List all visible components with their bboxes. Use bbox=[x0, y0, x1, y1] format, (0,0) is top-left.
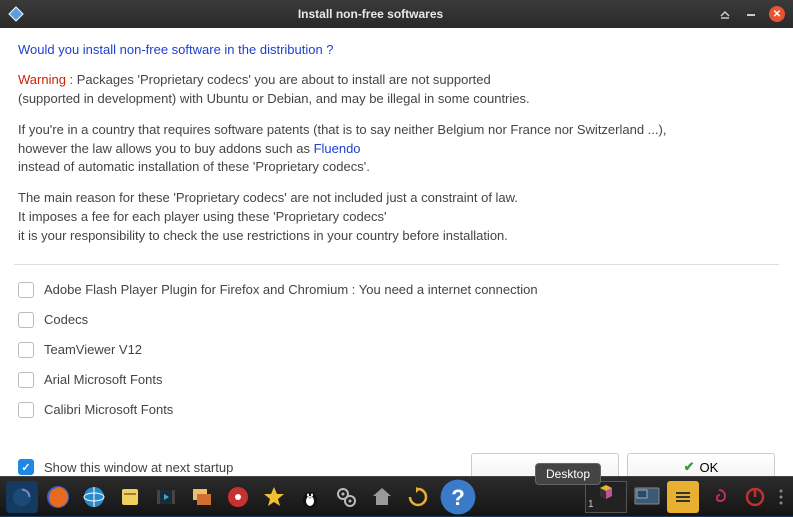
taskbar-app-icon[interactable] bbox=[667, 481, 699, 513]
patents-line-1: If you're in a country that requires sof… bbox=[18, 122, 666, 137]
svg-text:?: ? bbox=[451, 484, 465, 509]
item-teamviewer: TeamViewer V12 bbox=[18, 335, 775, 365]
photos-icon[interactable] bbox=[186, 481, 218, 513]
fluendo-link[interactable]: Fluendo bbox=[314, 141, 361, 156]
warning-paragraph: Warning : Packages 'Proprietary codecs' … bbox=[18, 71, 775, 109]
warning-line-2: (supported in development) with Ubuntu o… bbox=[18, 91, 530, 106]
check-icon: ✔ bbox=[684, 459, 695, 475]
item-codecs: Codecs bbox=[18, 305, 775, 335]
window-controls: ✕ bbox=[717, 6, 785, 22]
video-icon[interactable] bbox=[150, 481, 182, 513]
home-icon[interactable] bbox=[366, 481, 398, 513]
item-adobe-flash: Adobe Flash Player Plugin for Firefox an… bbox=[18, 275, 775, 305]
patents-line-3: instead of automatic installation of the… bbox=[18, 159, 370, 174]
reason-line-3: it is your responsibility to check the u… bbox=[18, 228, 508, 243]
files-icon[interactable] bbox=[114, 481, 146, 513]
titlebar: Install non-free softwares ✕ bbox=[0, 0, 793, 28]
reason-line-1: The main reason for these 'Proprietary c… bbox=[18, 190, 518, 205]
window-body: Would you install non-free software in t… bbox=[0, 28, 793, 491]
star-icon[interactable] bbox=[258, 481, 290, 513]
panel-edge-icon[interactable] bbox=[775, 481, 787, 513]
show-at-startup-label: Show this window at next startup bbox=[44, 460, 233, 475]
ok-label: OK bbox=[700, 460, 719, 475]
checkbox-calibri-fonts[interactable] bbox=[18, 402, 34, 418]
patents-paragraph: If you're in a country that requires sof… bbox=[18, 121, 775, 178]
power-icon[interactable] bbox=[739, 481, 771, 513]
rollup-button[interactable] bbox=[717, 6, 733, 22]
software-list: Adobe Flash Player Plugin for Firefox an… bbox=[18, 275, 775, 447]
window-title: Install non-free softwares bbox=[24, 7, 717, 21]
checkbox-codecs[interactable] bbox=[18, 312, 34, 328]
warning-line-1: Packages 'Proprietary codecs' you are ab… bbox=[77, 72, 491, 87]
item-calibri-fonts: Calibri Microsoft Fonts bbox=[18, 395, 775, 425]
item-label: Calibri Microsoft Fonts bbox=[44, 402, 173, 417]
taskbar: ? 1 bbox=[0, 476, 793, 516]
music-icon[interactable] bbox=[222, 481, 254, 513]
reason-paragraph: The main reason for these 'Proprietary c… bbox=[18, 189, 775, 246]
debian-icon[interactable] bbox=[703, 481, 735, 513]
help-icon[interactable]: ? bbox=[438, 477, 478, 517]
refresh-icon[interactable] bbox=[402, 481, 434, 513]
item-label: TeamViewer V12 bbox=[44, 342, 142, 357]
settings-icon[interactable] bbox=[330, 481, 362, 513]
workspace-number: 1 bbox=[588, 499, 594, 510]
minimize-button[interactable] bbox=[743, 6, 759, 22]
show-desktop-icon[interactable] bbox=[631, 481, 663, 513]
patents-line-2: however the law allows you to buy addons… bbox=[18, 141, 314, 156]
checkbox-arial-fonts[interactable] bbox=[18, 372, 34, 388]
reason-line-2: It imposes a fee for each player using t… bbox=[18, 209, 386, 224]
browser-icon[interactable] bbox=[78, 481, 110, 513]
item-arial-fonts: Arial Microsoft Fonts bbox=[18, 365, 775, 395]
item-label: Arial Microsoft Fonts bbox=[44, 372, 162, 387]
desktop-tooltip: Desktop bbox=[535, 463, 601, 485]
close-button[interactable]: ✕ bbox=[769, 6, 785, 22]
tux-icon[interactable] bbox=[294, 481, 326, 513]
checkbox-show-startup[interactable] bbox=[18, 459, 34, 475]
item-label: Codecs bbox=[44, 312, 88, 327]
show-at-startup: Show this window at next startup bbox=[18, 459, 233, 475]
divider bbox=[14, 264, 779, 265]
checkbox-adobe-flash[interactable] bbox=[18, 282, 34, 298]
checkbox-teamviewer[interactable] bbox=[18, 342, 34, 358]
warning-label: Warning : bbox=[18, 72, 77, 87]
app-icon bbox=[8, 6, 24, 22]
heading-question: Would you install non-free software in t… bbox=[18, 42, 775, 57]
item-label: Adobe Flash Player Plugin for Firefox an… bbox=[44, 282, 538, 297]
menu-icon[interactable] bbox=[6, 481, 38, 513]
workspace-switcher[interactable]: 1 bbox=[585, 481, 627, 513]
firefox-icon[interactable] bbox=[42, 481, 74, 513]
